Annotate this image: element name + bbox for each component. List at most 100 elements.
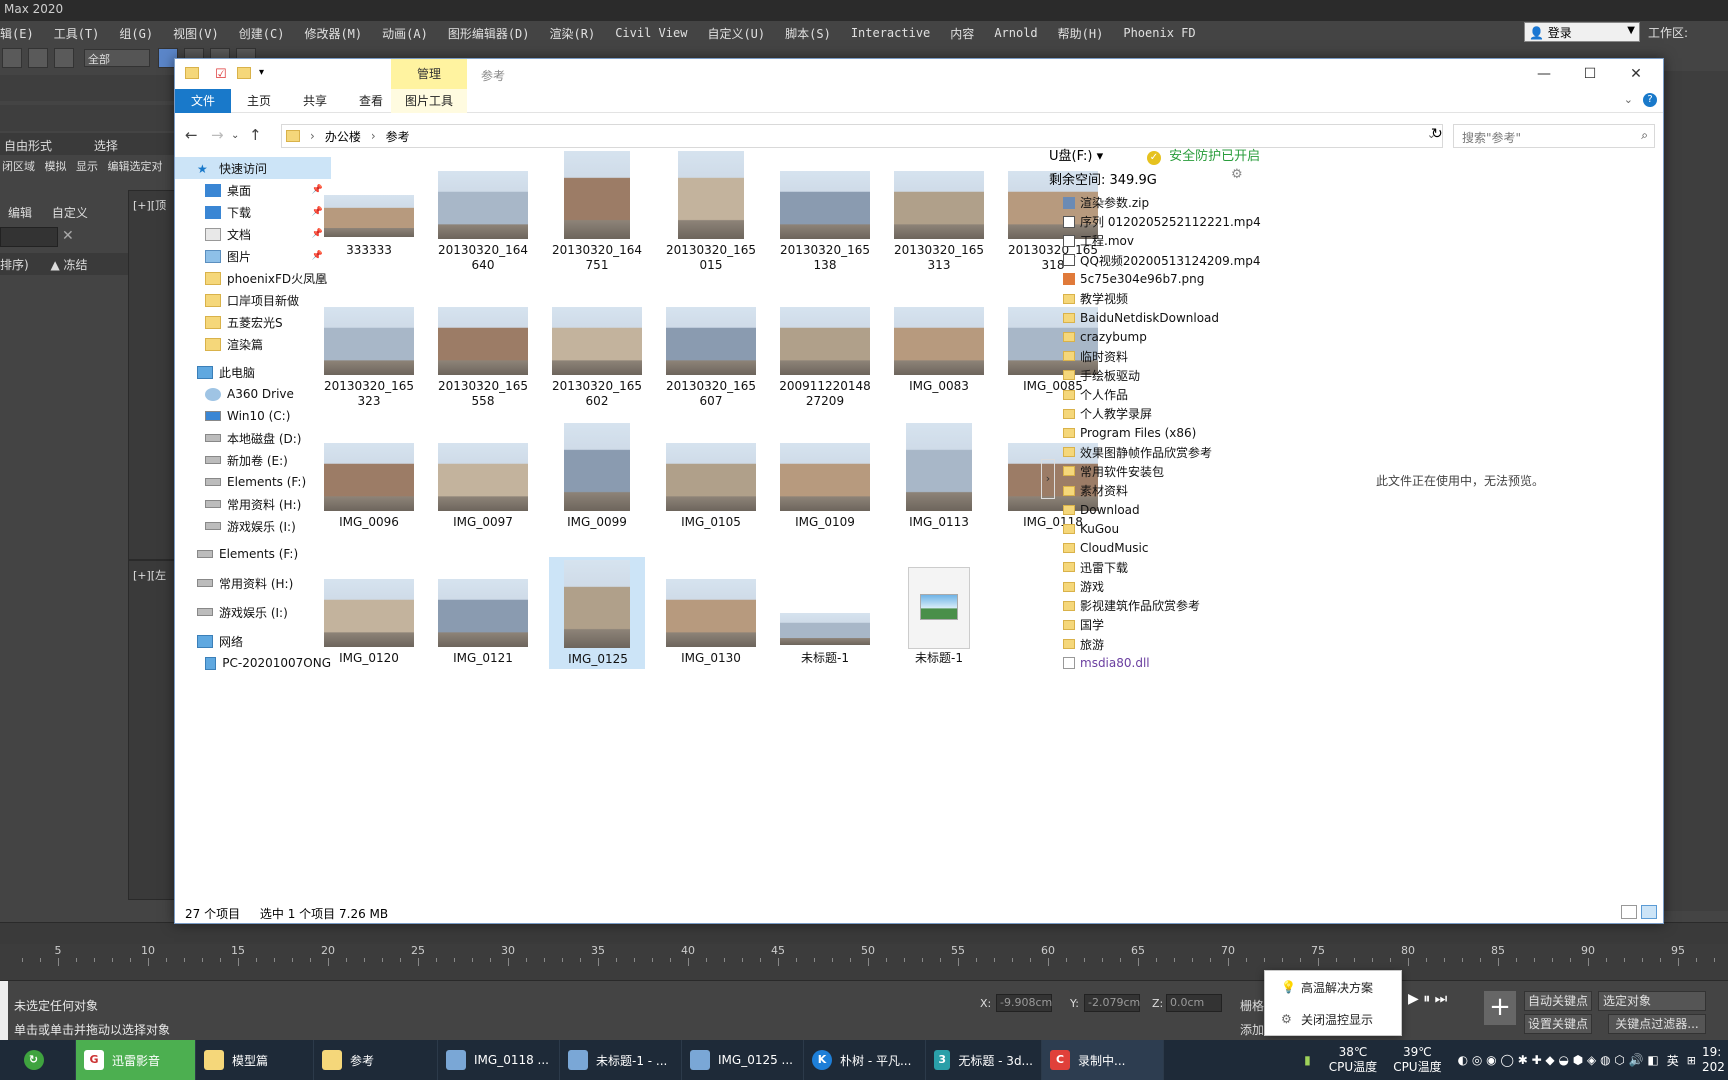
ribbon-expand-icon[interactable]: ⌄ [1624,93,1633,106]
max-menu-item[interactable]: Arnold [994,26,1037,40]
udisk-safe-status[interactable]: ✓ 安全防护已开启 [1147,145,1260,165]
key-filters-button[interactable]: 关键点过滤器... [1608,1014,1706,1034]
chevron-right-icon[interactable]: › [371,129,376,143]
udisk-item[interactable]: 工程.mov [1063,231,1134,250]
udisk-item[interactable]: 迅雷下载 [1063,558,1128,577]
tab-file[interactable]: 文件 [175,89,231,113]
max-menu-item[interactable]: 编辑(E) [0,25,34,42]
forward-arrow-icon[interactable]: → [211,126,224,144]
max-menu-item[interactable]: Civil View [615,26,687,40]
nav-this-pc[interactable]: 此电脑 [175,361,331,383]
nav-pc-drive[interactable]: 常用资料 (H:) [175,493,331,515]
taskbar-model-folder[interactable]: 模型篇 [196,1040,314,1080]
nav-quick-item[interactable]: 五菱宏光S [175,311,331,333]
udisk-item[interactable]: Download [1063,500,1140,519]
close-region-item[interactable]: 闭区域 [2,160,35,173]
tab-home[interactable]: 主页 [231,89,287,113]
nav-pc-drive[interactable]: 游戏娱乐 (I:) [175,515,331,537]
max-menu-item[interactable]: 脚本(S) [785,25,831,42]
clock[interactable]: 19: 202 [1702,1045,1728,1075]
file-item[interactable]: IMG_0113 [891,421,987,533]
file-item[interactable]: 20130320_165323 [321,285,417,408]
udisk-item[interactable]: 教学视频 [1063,289,1128,308]
coord-z-input[interactable]: 0.0cm [1166,994,1222,1012]
max-menu-item[interactable]: 创建(C) [239,25,285,42]
viewport-top[interactable]: [+][顶 [128,190,176,560]
recent-dropdown-icon[interactable]: ⌄ [231,130,239,141]
nav-pc-drive[interactable]: A360 Drive [175,383,331,405]
taskbar-recording[interactable]: C 录制中... [1042,1040,1164,1080]
file-item[interactable]: 20130320_165015 [663,149,759,272]
back-arrow-icon[interactable]: ← [185,126,198,144]
file-item[interactable]: 20130320_165602 [549,285,645,408]
max-menu-item[interactable]: 图形编辑器(D) [448,25,530,42]
nav-quick-item[interactable]: 文档 📌 [175,223,331,245]
udisk-item[interactable]: msdia80.dll [1063,654,1150,673]
display-item[interactable]: 显示 [76,160,98,173]
viewport-left-label[interactable]: [+][左 [133,567,166,583]
coord-x-input[interactable]: -9.908cm [996,994,1052,1012]
taskbar-xunlei-player[interactable]: G 迅雷影音 [76,1040,196,1080]
udisk-item[interactable]: 旅游 [1063,635,1104,654]
popup-high-temp-solution[interactable]: 💡 高温解决方案 [1265,971,1401,1003]
max-menu-item[interactable]: 视图(V) [173,25,219,42]
input-language[interactable]: 英 [1667,1052,1679,1069]
file-item[interactable]: IMG_0083 [891,285,987,397]
properties-icon[interactable]: ☑ [215,67,227,82]
minimize-button[interactable]: — [1521,61,1567,89]
link-icon[interactable] [2,48,22,68]
qat-dropdown-icon[interactable]: ▾ [259,67,264,78]
edit-menu[interactable]: 编辑 [8,206,32,220]
freeze-column[interactable]: ▲ 冻结 [51,258,88,272]
file-item[interactable]: 20130320_165607 [663,285,759,408]
file-item[interactable]: 20130320_164640 [435,149,531,272]
new-folder-icon[interactable] [237,67,251,83]
tab-picture-tools[interactable]: 图片工具 [391,89,467,113]
cpu-temp-1[interactable]: 38℃ CPU温度 [1329,1045,1377,1075]
coord-y-input[interactable]: -2.079cm [1084,994,1140,1012]
file-item[interactable]: 未标题-1 [891,557,987,669]
file-item[interactable]: 20130320_165138 [777,149,873,272]
taskbar-kugou-music[interactable]: K 朴树 - 平凡... [804,1040,926,1080]
udisk-item[interactable]: BaiduNetdiskDownload [1063,308,1219,327]
nav-quick-item[interactable]: 渲染篇 [175,333,331,355]
max-menu-item[interactable]: 渲染(R) [550,25,596,42]
play-icon[interactable]: ▶ ⏸ ⏭ [1408,991,1447,1007]
nav-removable-drive[interactable]: 常用资料 (H:) [175,572,331,594]
nav-pc-drive[interactable]: 本地磁盘 (D:) [175,427,331,449]
nav-quick-access[interactable]: ★ 快速访问 [175,157,331,179]
simulate-item[interactable]: 模拟 [45,160,67,173]
gear-icon[interactable]: ⚙ [1231,167,1243,182]
file-item[interactable]: 20130320_165313 [891,149,987,272]
selection-filter-dropdown[interactable]: 全部 [84,49,150,67]
nav-pc-drive[interactable]: Win10 (C:) [175,405,331,427]
nav-quick-item[interactable]: 口岸项目新做 [175,289,331,311]
maximize-button[interactable]: ☐ [1567,61,1613,89]
udisk-item[interactable]: 常用软件安装包 [1063,462,1164,481]
set-key-plus-icon[interactable]: + [1484,991,1516,1025]
file-item[interactable]: IMG_0130 [663,557,759,669]
file-item[interactable]: IMG_0121 [435,557,531,669]
max-menu-item[interactable]: 工具(T) [54,25,100,42]
taskbar-img-0118[interactable]: IMG_0118 ... [438,1040,560,1080]
nav-removable-drive[interactable]: Elements (F:) [175,543,331,565]
selected-object-dropdown[interactable]: 选定对象 [1598,991,1706,1011]
refresh-icon[interactable]: ↻ [1431,126,1443,142]
chevron-right-icon[interactable]: › [310,129,315,143]
udisk-item[interactable]: QQ视频20200513124209.mp4 [1063,251,1261,270]
udisk-item[interactable]: crazybump [1063,327,1147,346]
max-menu-item[interactable]: 修改器(M) [304,25,362,42]
cpu-temp-2[interactable]: 39℃ CPU温度 [1393,1045,1441,1075]
large-icons-view-icon[interactable] [1641,905,1657,919]
max-menu-item[interactable]: 动画(A) [382,25,428,42]
viewport-top-label[interactable]: [+][顶 [133,197,166,213]
details-view-icon[interactable] [1621,905,1637,919]
taskbar-3dsmax[interactable]: 3 无标题 - 3d... [926,1040,1042,1080]
file-item[interactable]: IMG_0096 [321,421,417,533]
udisk-item[interactable]: 素材资料 [1063,481,1128,500]
login-dropdown[interactable]: 👤 登录 ▼ [1524,22,1640,42]
max-menu-item[interactable]: 内容 [950,25,974,42]
udisk-item[interactable]: 5c75e304e96b7.png [1063,270,1204,289]
max-menu-item[interactable]: 帮助(H) [1058,25,1104,42]
udisk-item[interactable]: 个人作品 [1063,385,1128,404]
